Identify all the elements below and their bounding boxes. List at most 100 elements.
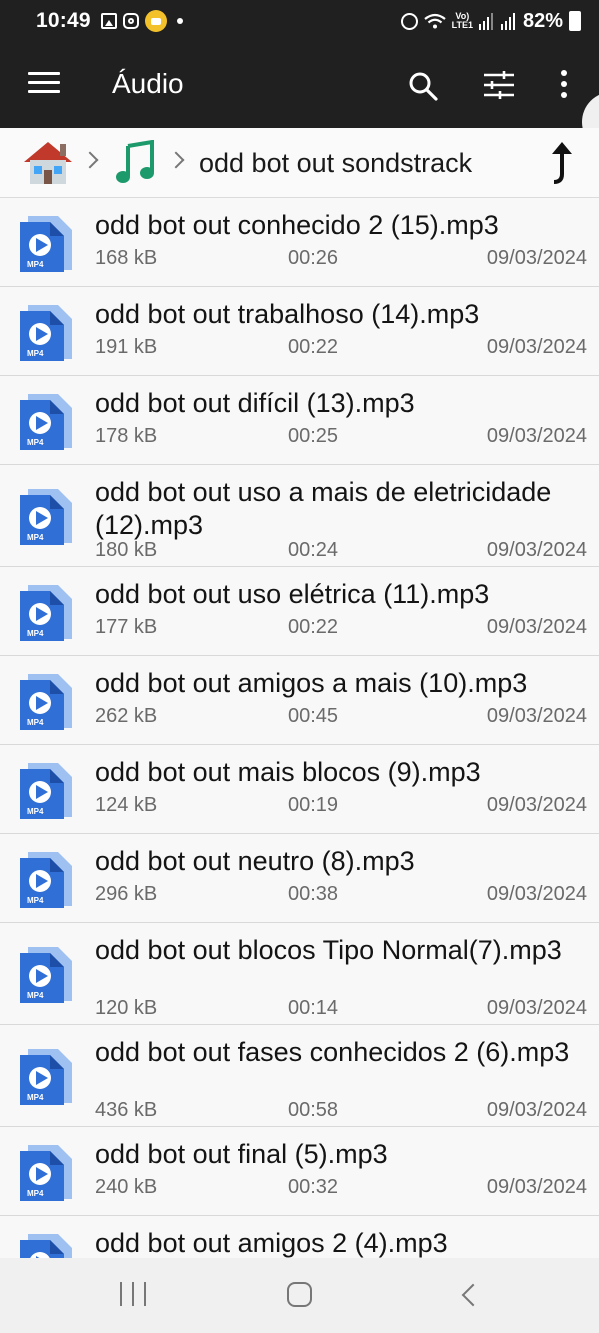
app-notification-icon bbox=[144, 10, 167, 32]
file-meta: 262 kB 00:45 09/03/2024 bbox=[95, 705, 587, 729]
file-meta: 296 kB 00:38 09/03/2024 bbox=[95, 883, 587, 907]
breadcrumb-current-folder[interactable]: odd bot out sondstrack bbox=[199, 148, 472, 179]
file-date: 09/03/2024 bbox=[486, 997, 587, 1019]
file-duration: 00:58 bbox=[288, 1099, 339, 1121]
file-name: odd bot out difícil (13).mp3 bbox=[95, 388, 415, 418]
file-size: 124 kB bbox=[95, 794, 158, 816]
signal-icon-1 bbox=[478, 12, 495, 30]
file-icon-label: MP4 bbox=[27, 896, 44, 905]
file-row[interactable]: MP4 odd bot out blocos Tipo Normal(7).mp3… bbox=[0, 923, 599, 1025]
recent-apps-button[interactable] bbox=[120, 1282, 146, 1306]
breadcrumb: odd bot out sondstrack bbox=[0, 128, 599, 198]
file-name: odd bot out final (5).mp3 bbox=[95, 1139, 388, 1169]
more-vert-icon[interactable] bbox=[556, 70, 572, 100]
audio-file-icon: MP4 bbox=[18, 1045, 74, 1107]
more-notifications-dot-icon bbox=[176, 18, 183, 24]
file-meta: 178 kB 00:25 09/03/2024 bbox=[95, 425, 587, 449]
notification-icons bbox=[100, 10, 183, 32]
file-duration: 00:14 bbox=[288, 997, 339, 1019]
battery-percent: 82% bbox=[522, 9, 563, 32]
status-time: 10:49 bbox=[36, 9, 91, 32]
menu-button[interactable] bbox=[28, 72, 60, 96]
file-duration: 00:22 bbox=[288, 616, 339, 638]
file-row[interactable]: MP4 odd bot out fases conhecidos 2 (6).mp… bbox=[0, 1025, 599, 1127]
file-date: 09/03/2024 bbox=[486, 425, 587, 447]
file-meta: 177 kB 00:22 09/03/2024 bbox=[95, 616, 587, 640]
audio-file-icon: MP4 bbox=[18, 485, 74, 547]
system-icons: Vo) LTE1 82% bbox=[400, 9, 581, 33]
home-button[interactable] bbox=[287, 1282, 312, 1307]
file-duration: 00:19 bbox=[288, 794, 339, 816]
status-bar: 10:49 Vo) LTE1 82% bbox=[0, 0, 599, 42]
page-title: Áudio bbox=[112, 68, 184, 99]
file-icon-label: MP4 bbox=[27, 629, 44, 638]
audio-file-icon: MP4 bbox=[18, 759, 74, 821]
file-icon-label: MP4 bbox=[27, 991, 44, 1000]
file-row[interactable]: MP4 odd bot out amigos a mais (10).mp3 262… bbox=[0, 656, 599, 745]
file-name: odd bot out amigos a mais (10).mp3 bbox=[95, 668, 528, 698]
file-size: 262 kB bbox=[95, 705, 158, 727]
file-date: 09/03/2024 bbox=[486, 883, 587, 905]
file-row[interactable]: MP4 odd bot out neutro (8).mp3 296 kB 00:38… bbox=[0, 834, 599, 923]
home-icon[interactable] bbox=[22, 140, 74, 186]
file-date: 09/03/2024 bbox=[486, 794, 587, 816]
signal-icon-2 bbox=[500, 12, 517, 30]
audio-file-icon: MP4 bbox=[18, 581, 74, 643]
file-icon-label: MP4 bbox=[27, 260, 44, 269]
search-icon[interactable] bbox=[407, 70, 439, 102]
volte-icon: Vo) LTE1 bbox=[452, 12, 473, 30]
file-size: 191 kB bbox=[95, 336, 158, 358]
file-row[interactable]: MP4 odd bot out uso elétrica (11).mp3 177 … bbox=[0, 567, 599, 656]
file-row[interactable]: MP4 odd bot out final (5).mp3 240 kB 00:32 0… bbox=[0, 1127, 599, 1216]
file-duration: 00:45 bbox=[288, 705, 339, 727]
file-name: odd bot out conhecido 2 (15).mp3 bbox=[95, 210, 499, 240]
file-icon-label: MP4 bbox=[27, 533, 44, 542]
file-size: 178 kB bbox=[95, 425, 158, 447]
file-icon-label: MP4 bbox=[27, 1189, 44, 1198]
file-icon-label: MP4 bbox=[27, 1093, 44, 1102]
file-duration: 00:25 bbox=[288, 425, 339, 447]
file-row[interactable]: MP4 odd bot out trabalhoso (14).mp3 191 kB… bbox=[0, 287, 599, 376]
file-size: 296 kB bbox=[95, 883, 158, 905]
file-row[interactable]: MP4 odd bot out amigos 2 (4).mp3 bbox=[0, 1216, 599, 1258]
file-row[interactable]: MP4 odd bot out mais blocos (9).mp3 124 kB… bbox=[0, 745, 599, 834]
file-duration: 00:32 bbox=[288, 1176, 339, 1198]
battery-icon bbox=[569, 11, 581, 31]
file-date: 09/03/2024 bbox=[486, 1099, 587, 1121]
file-name: odd bot out fases conhecidos 2 (6).mp3 bbox=[95, 1037, 570, 1067]
file-size: 436 kB bbox=[95, 1099, 158, 1121]
file-row[interactable]: MP4 odd bot out uso a mais de eletricidad… bbox=[0, 465, 599, 567]
file-date: 09/03/2024 bbox=[486, 539, 587, 561]
music-note-icon[interactable] bbox=[114, 139, 158, 186]
instagram-notification-icon bbox=[122, 13, 139, 29]
file-meta: 436 kB 00:58 09/03/2024 bbox=[95, 1099, 587, 1123]
file-meta: 191 kB 00:22 09/03/2024 bbox=[95, 336, 587, 360]
file-duration: 00:24 bbox=[288, 539, 339, 561]
file-size: 180 kB bbox=[95, 539, 158, 561]
navigation-bar bbox=[0, 1258, 599, 1333]
file-icon-label: MP4 bbox=[27, 807, 44, 816]
file-icon-label: MP4 bbox=[27, 438, 44, 447]
file-icon-label: MP4 bbox=[27, 349, 44, 358]
folder-up-icon[interactable] bbox=[544, 142, 580, 186]
file-row[interactable]: MP4 odd bot out conhecido 2 (15).mp3 168 k… bbox=[0, 198, 599, 287]
breadcrumb-separator-icon bbox=[84, 148, 98, 172]
gallery-notification-icon bbox=[100, 13, 117, 29]
audio-file-icon: MP4 bbox=[18, 1141, 74, 1203]
audio-file-icon: MP4 bbox=[18, 1230, 74, 1258]
file-meta: 124 kB 00:19 09/03/2024 bbox=[95, 794, 587, 818]
back-button[interactable] bbox=[461, 1283, 475, 1307]
file-date: 09/03/2024 bbox=[486, 336, 587, 358]
audio-file-icon: MP4 bbox=[18, 670, 74, 732]
file-size: 120 kB bbox=[95, 997, 158, 1019]
file-size: 168 kB bbox=[95, 247, 158, 269]
sliders-icon[interactable] bbox=[482, 70, 516, 100]
file-duration: 00:38 bbox=[288, 883, 339, 905]
file-icon-label: MP4 bbox=[27, 718, 44, 727]
file-size: 240 kB bbox=[95, 1176, 158, 1198]
audio-file-icon: MP4 bbox=[18, 212, 74, 274]
file-meta: 240 kB 00:32 09/03/2024 bbox=[95, 1176, 587, 1200]
file-row[interactable]: MP4 odd bot out difícil (13).mp3 178 kB 00:… bbox=[0, 376, 599, 465]
file-name: odd bot out neutro (8).mp3 bbox=[95, 846, 415, 876]
breadcrumb-separator-icon bbox=[170, 148, 184, 172]
